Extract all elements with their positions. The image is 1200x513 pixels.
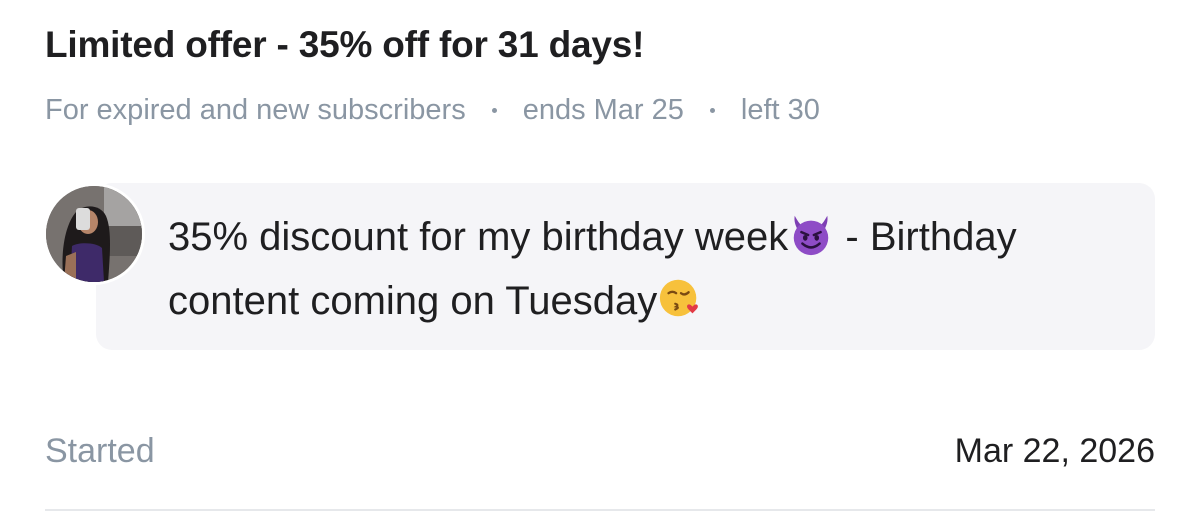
avatar-image: [46, 186, 142, 282]
separator-dot: [491, 108, 497, 113]
face-blowing-kiss-icon: [660, 279, 699, 317]
message-bubble: 35% discount for my birthday week - Birt…: [96, 183, 1155, 350]
message-part-1: 35% discount for my birthday week: [168, 215, 789, 259]
promotion-card: Limited offer - 35% off for 31 days! For…: [0, 0, 1200, 513]
divider: [45, 509, 1155, 511]
started-date: Mar 22, 2026: [954, 432, 1155, 470]
started-label: Started: [45, 432, 155, 470]
offer-audience: For expired and new subscribers: [45, 94, 466, 126]
offer-ends: ends Mar 25: [522, 94, 684, 126]
avatar[interactable]: [43, 183, 145, 285]
smiling-devil-icon: [794, 215, 829, 256]
message-text: 35% discount for my birthday week - Birt…: [168, 205, 1138, 333]
separator-dot: [709, 108, 715, 113]
offer-title: Limited offer - 35% off for 31 days!: [45, 24, 645, 65]
offer-meta: For expired and new subscribers ends Mar…: [45, 94, 820, 127]
offer-left: left 30: [740, 94, 820, 126]
